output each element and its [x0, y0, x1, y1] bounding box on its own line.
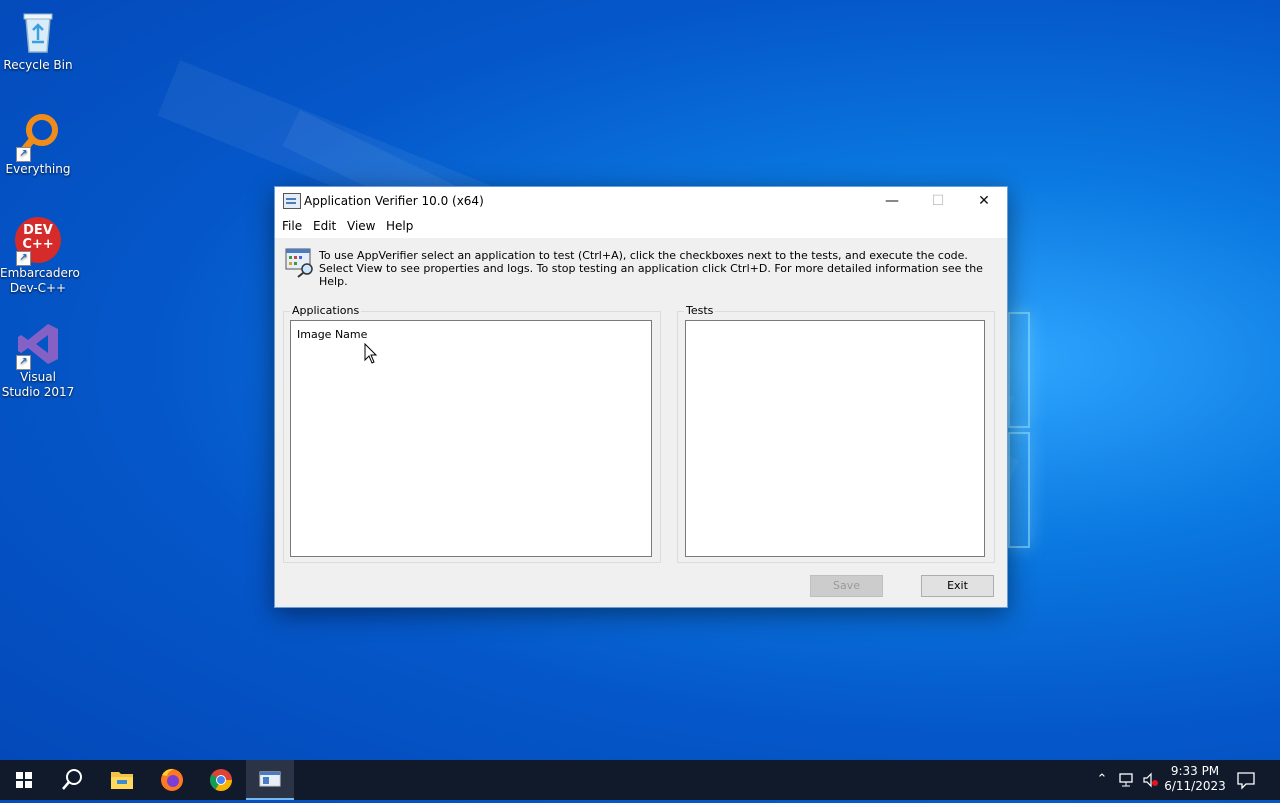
close-button[interactable]: ✕: [961, 187, 1007, 216]
app-verifier-taskbar-button[interactable]: [246, 760, 294, 800]
visual-studio-icon: ↗: [14, 320, 62, 370]
network-icon[interactable]: [1118, 772, 1136, 788]
firefox-icon: [161, 768, 183, 791]
tests-list[interactable]: [685, 320, 985, 557]
save-button[interactable]: Save: [810, 575, 883, 597]
volume-muted-icon[interactable]: [1142, 772, 1160, 788]
file-explorer-button[interactable]: [98, 760, 146, 800]
desktop-icon-label: Everything: [5, 162, 71, 176]
desktop-icon-recycle-bin[interactable]: Recycle Bin: [0, 8, 76, 73]
shortcut-arrow-icon: ↗: [16, 251, 31, 266]
search-icon: [62, 769, 82, 790]
windows-logo-pane: [1008, 312, 1030, 428]
desktop-icon-everything[interactable]: ↗ Everything: [0, 112, 76, 177]
clock[interactable]: 9:33 PM 6/11/2023: [1162, 764, 1228, 794]
firefox-button[interactable]: [148, 760, 196, 800]
chevron-up-icon[interactable]: ⌃: [1094, 772, 1110, 788]
devcpp-glyph-text: DEV C++: [22, 223, 54, 252]
maximize-button[interactable]: ☐: [915, 187, 961, 216]
clock-time: 9:33 PM: [1170, 764, 1220, 778]
chrome-button[interactable]: [197, 760, 245, 800]
app-verifier-icon: [283, 193, 301, 209]
title-bar[interactable]: Application Verifier 10.0 (x64) — ☐ ✕: [275, 187, 1007, 216]
exit-button[interactable]: Exit: [921, 575, 994, 597]
minimize-button[interactable]: —: [869, 187, 915, 216]
windows-logo-pane: [1008, 432, 1030, 548]
menu-view[interactable]: View: [347, 219, 375, 233]
menu-help[interactable]: Help: [386, 219, 413, 233]
app-verifier-icon: [259, 771, 281, 787]
applications-list[interactable]: Image Name: [290, 320, 652, 557]
start-icon: [16, 772, 32, 788]
notification-icon: [1237, 772, 1255, 790]
file-explorer-icon: [111, 772, 133, 789]
window-title: Application Verifier 10.0 (x64): [304, 194, 484, 208]
tests-group: Tests: [677, 304, 995, 563]
chrome-icon: [210, 769, 232, 791]
shortcut-arrow-icon: ↗: [16, 355, 31, 370]
app-verifier-window: Application Verifier 10.0 (x64) — ☐ ✕ Fi…: [274, 186, 1008, 608]
info-icon: [285, 248, 315, 278]
info-text: To use AppVerifier select an application…: [319, 249, 983, 288]
start-button[interactable]: [0, 760, 48, 800]
everything-search-icon: ↗: [14, 112, 62, 162]
taskbar: ⌃ 9:33 PM 6/11/2023: [0, 760, 1280, 800]
action-center-button[interactable]: [1236, 770, 1256, 790]
tests-group-label: Tests: [684, 304, 716, 317]
clock-date: 6/11/2023: [1164, 779, 1226, 793]
desktop-icon-label: Recycle Bin: [3, 58, 73, 72]
shortcut-arrow-icon: ↗: [16, 147, 31, 162]
desktop-icon-label: Embarcadero Dev-C++: [0, 266, 80, 295]
image-name-column-header[interactable]: Image Name: [297, 328, 367, 341]
applications-group-label: Applications: [290, 304, 362, 317]
desktop-icon-devcpp[interactable]: DEV C++ ↗ Embarcadero Dev-C++: [0, 216, 80, 296]
menu-file[interactable]: File: [282, 219, 302, 233]
applications-group: Applications Image Name: [283, 304, 661, 563]
desktop-icon-label: Visual Studio 2017: [1, 370, 75, 399]
menu-edit[interactable]: Edit: [313, 219, 336, 233]
desktop-icon-visual-studio[interactable]: ↗ Visual Studio 2017: [0, 320, 76, 400]
recycle-bin-icon: [14, 8, 62, 56]
menu-bar: File Edit View Help: [275, 216, 1007, 238]
search-button[interactable]: [48, 760, 96, 800]
devcpp-icon: DEV C++ ↗: [14, 216, 62, 266]
